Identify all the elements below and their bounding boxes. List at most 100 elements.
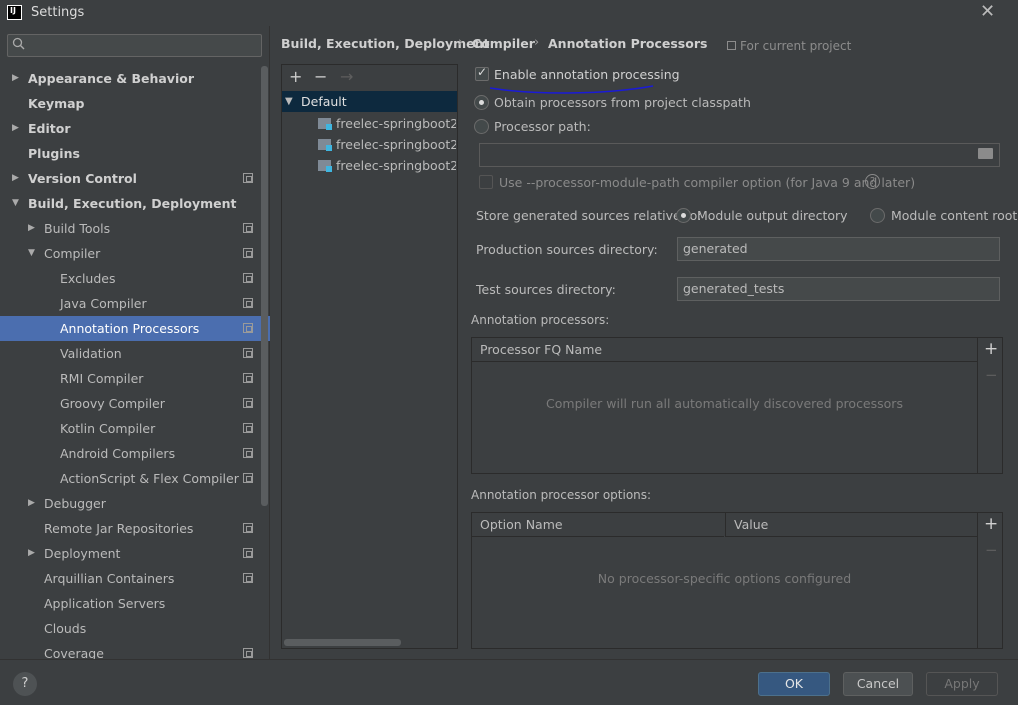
project-scope-icon bbox=[243, 548, 253, 558]
breadcrumb-annotation-processors: Annotation Processors bbox=[548, 36, 708, 51]
chevron-right-icon[interactable]: ▶ bbox=[12, 66, 19, 91]
module-output-label: Module output directory bbox=[697, 208, 848, 223]
project-scope-icon bbox=[243, 273, 253, 283]
sidebar-item[interactable]: Java Compiler bbox=[0, 291, 260, 316]
sidebar-item[interactable]: Annotation Processors bbox=[0, 316, 270, 341]
enable-annotation-processing-label: Enable annotation processing bbox=[494, 67, 680, 82]
processor-options-title: Annotation processor options: bbox=[471, 488, 652, 502]
processor-path-radio[interactable] bbox=[474, 119, 489, 134]
sidebar-item-label: Application Servers bbox=[44, 596, 166, 611]
search-icon bbox=[12, 37, 26, 51]
sidebar-item[interactable]: Clouds bbox=[0, 616, 260, 641]
chevron-right-icon[interactable]: ▶ bbox=[28, 491, 35, 516]
sidebar-item[interactable]: ▼ Build, Execution, Deployment bbox=[0, 191, 260, 216]
move-to-profile-button[interactable]: → bbox=[340, 67, 353, 86]
sidebar-item[interactable]: ▶ Appearance & Behavior bbox=[0, 66, 260, 91]
sidebar-item-label: Plugins bbox=[28, 146, 80, 161]
project-scope-icon bbox=[243, 523, 253, 533]
close-icon[interactable]: ✕ bbox=[980, 1, 995, 22]
sidebar-item[interactable]: Arquillian Containers bbox=[0, 566, 260, 591]
obtain-from-classpath-label: Obtain processors from project classpath bbox=[494, 95, 751, 110]
sidebar-scrollbar[interactable] bbox=[261, 66, 268, 506]
chevron-down-icon[interactable]: ▼ bbox=[12, 191, 19, 216]
chevron-right-icon[interactable]: ▶ bbox=[12, 166, 19, 191]
sidebar-item[interactable]: ▶ Version Control bbox=[0, 166, 260, 191]
sidebar-item[interactable]: Remote Jar Repositories bbox=[0, 516, 260, 541]
sidebar-item-label: Debugger bbox=[44, 496, 106, 511]
add-processor-button[interactable]: + bbox=[984, 339, 998, 359]
sidebar-item-label: ActionScript & Flex Compiler bbox=[60, 471, 239, 486]
help-button[interactable]: ? bbox=[13, 672, 37, 696]
chevron-right-icon[interactable]: ▶ bbox=[28, 216, 35, 241]
window-title: Settings bbox=[31, 5, 85, 20]
remove-profile-button[interactable]: − bbox=[314, 67, 327, 86]
profiles-horizontal-scrollbar[interactable] bbox=[284, 639, 401, 646]
profile-default[interactable]: ▼ Default bbox=[282, 91, 457, 112]
sidebar-item-label: Build, Execution, Deployment bbox=[28, 196, 237, 211]
add-option-button[interactable]: + bbox=[984, 514, 998, 534]
sidebar-item[interactable]: ▶ Editor bbox=[0, 116, 260, 141]
sidebar-item[interactable]: Kotlin Compiler bbox=[0, 416, 260, 441]
sidebar-item-label: Android Compilers bbox=[60, 446, 176, 461]
help-icon[interactable]: ? bbox=[865, 174, 880, 189]
module-item[interactable]: freelec-springboot2-webservice.test bbox=[318, 155, 456, 176]
enable-annotation-processing-checkbox[interactable] bbox=[475, 65, 489, 81]
module-item[interactable]: freelec-springboot2-webservice bbox=[318, 113, 456, 134]
module-item[interactable]: freelec-springboot2-webservice.main bbox=[318, 134, 456, 155]
chevron-right-icon[interactable]: ▶ bbox=[28, 541, 35, 566]
sidebar-item-label: Appearance & Behavior bbox=[28, 71, 194, 86]
remove-option-button[interactable]: − bbox=[985, 541, 998, 559]
project-scope-icon bbox=[243, 223, 253, 233]
sidebar-item[interactable]: ▶ Build Tools bbox=[0, 216, 260, 241]
sidebar-item[interactable]: ▶ Deployment bbox=[0, 541, 260, 566]
sidebar-item[interactable]: Android Compilers bbox=[0, 441, 260, 466]
cancel-button[interactable]: Cancel bbox=[843, 672, 913, 696]
production-sources-input[interactable]: generated bbox=[677, 237, 1000, 261]
sidebar-item[interactable]: Groovy Compiler bbox=[0, 391, 260, 416]
project-scope-icon bbox=[243, 248, 253, 258]
profile-default-label: Default bbox=[301, 94, 347, 109]
sidebar-item[interactable]: Excludes bbox=[0, 266, 260, 291]
project-scope-icon bbox=[727, 41, 736, 50]
table-divider bbox=[977, 338, 978, 473]
sidebar-item[interactable]: Plugins bbox=[0, 141, 260, 166]
test-sources-input[interactable]: generated_tests bbox=[677, 277, 1000, 301]
breadcrumb-separator: › bbox=[534, 35, 540, 50]
add-profile-button[interactable]: + bbox=[289, 67, 302, 86]
project-scope-icon bbox=[243, 573, 253, 583]
project-scope-icon bbox=[243, 348, 253, 358]
option-name-header[interactable]: Option Name bbox=[472, 513, 724, 537]
sidebar-item[interactable]: ▶ Debugger bbox=[0, 491, 260, 516]
processor-fq-name-header[interactable]: Processor FQ Name bbox=[472, 338, 977, 362]
search-input[interactable] bbox=[7, 34, 262, 57]
breadcrumb-compiler[interactable]: Compiler bbox=[472, 36, 535, 51]
remove-processor-button[interactable]: − bbox=[985, 366, 998, 384]
project-scope-icon bbox=[243, 173, 253, 183]
chevron-right-icon[interactable]: ▶ bbox=[12, 116, 19, 141]
sidebar-item-label: Build Tools bbox=[44, 221, 111, 236]
sidebar-item-label: Version Control bbox=[28, 171, 137, 186]
apply-button[interactable]: Apply bbox=[926, 672, 998, 696]
chevron-down-icon[interactable]: ▼ bbox=[28, 241, 35, 266]
ok-button[interactable]: OK bbox=[758, 672, 830, 696]
project-scope-icon bbox=[243, 373, 253, 383]
app-logo-icon: IJ bbox=[7, 5, 22, 20]
module-content-radio[interactable] bbox=[870, 208, 885, 223]
sidebar-item[interactable]: RMI Compiler bbox=[0, 366, 260, 391]
processors-empty-text: Compiler will run all automatically disc… bbox=[546, 396, 903, 411]
sidebar-item[interactable]: Validation bbox=[0, 341, 260, 366]
module-output-radio[interactable] bbox=[676, 208, 691, 223]
value-header[interactable]: Value bbox=[725, 513, 977, 537]
sidebar-item[interactable]: Application Servers bbox=[0, 591, 260, 616]
obtain-from-classpath-radio[interactable] bbox=[474, 95, 489, 110]
project-scope-icon bbox=[243, 448, 253, 458]
module-path-checkbox[interactable] bbox=[479, 175, 493, 189]
sidebar-item[interactable]: ▼ Compiler bbox=[0, 241, 260, 266]
options-empty-text: No processor-specific options configured bbox=[597, 571, 852, 586]
store-generated-label: Store generated sources relative to: bbox=[476, 208, 702, 223]
processor-path-field[interactable] bbox=[479, 143, 1000, 167]
sidebar-item[interactable]: ActionScript & Flex Compiler bbox=[0, 466, 260, 491]
folder-icon[interactable] bbox=[978, 148, 993, 159]
sidebar-item-label: Remote Jar Repositories bbox=[44, 521, 194, 536]
sidebar-item[interactable]: Keymap bbox=[0, 91, 260, 116]
